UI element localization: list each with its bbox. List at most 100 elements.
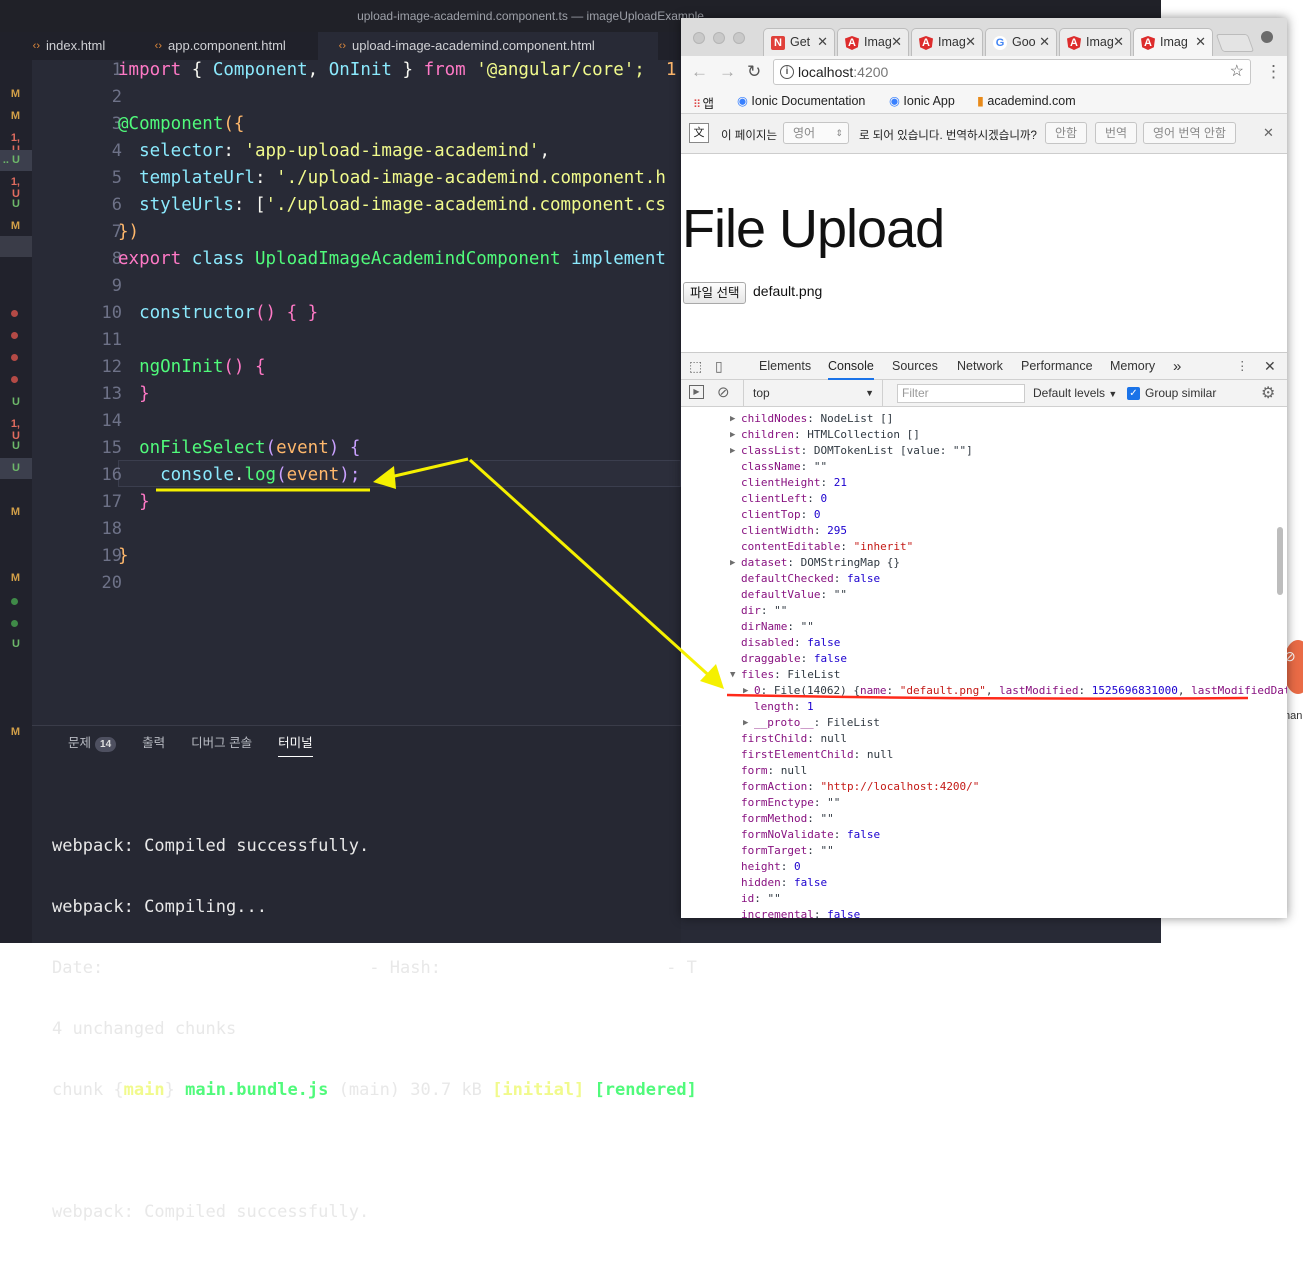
expand-triangle-icon[interactable]: ▶ — [730, 443, 735, 459]
expand-triangle-icon[interactable]: ▶ — [743, 683, 748, 699]
new-tab-button[interactable] — [1215, 34, 1255, 52]
reload-icon[interactable]: ↻ — [747, 62, 761, 82]
browser-tab[interactable]: A Imag ✕ — [837, 28, 909, 56]
console-filter-input[interactable]: Filter — [897, 384, 1025, 403]
console-property-row[interactable]: ▶ 0: File(14062) {name: "default.png", la… — [743, 683, 1287, 699]
console-property-row[interactable]: ▶ classList: DOMTokenList [value: ""] — [730, 443, 973, 459]
close-tab-icon[interactable]: ✕ — [965, 29, 976, 55]
sidebar-toggle-icon[interactable]: ▶ — [689, 385, 704, 399]
terminal-output[interactable]: webpack: Compiled successfully. webpack:… — [52, 796, 697, 1263]
translate-button[interactable]: 번역 — [1095, 122, 1138, 144]
line-number: 13 — [101, 384, 122, 404]
window-close-button[interactable] — [693, 32, 705, 44]
group-similar-checkbox[interactable]: ✓ — [1127, 387, 1140, 400]
expand-triangle-icon[interactable]: ▶ — [743, 715, 748, 731]
console-scrollbar[interactable] — [1277, 527, 1283, 595]
console-output[interactable]: ▶ childNodes: NodeList [] ▶ children: HTMLC… — [681, 407, 1287, 918]
tab-index-html[interactable]: ‹› index.html — [0, 32, 128, 60]
ionic-icon: ◉ — [737, 94, 748, 108]
git-status-mark: 1, U — [10, 418, 20, 442]
close-icon[interactable]: ✕ — [1264, 353, 1276, 380]
close-tab-icon[interactable]: ✕ — [1039, 29, 1050, 55]
browser-tab[interactable]: N Get ✕ — [763, 28, 835, 56]
console-property-row: clientLeft: 0 — [741, 492, 828, 505]
console-property-row[interactable]: ▼ files: FileList — [730, 667, 840, 683]
tab-problems[interactable]: 문제 14 — [68, 735, 117, 757]
expand-triangle-icon[interactable]: ▶ — [730, 411, 735, 427]
info-icon[interactable]: i — [780, 65, 794, 79]
expand-triangle-icon[interactable]: ▶ — [730, 427, 735, 443]
bookmark-ionic-docs[interactable]: ◉ Ionic Documentation — [737, 93, 865, 108]
angular-icon: A — [1141, 36, 1155, 50]
terminal-line: webpack: Compiled successfully. — [52, 836, 370, 856]
console-property-row[interactable]: ▶ childNodes: NodeList [] — [730, 411, 893, 427]
tab-app-component-html[interactable]: ‹› app.component.html — [128, 32, 318, 60]
line-number: 18 — [101, 519, 122, 539]
console-property-row: id: "" — [741, 892, 781, 905]
close-tab-icon[interactable]: ✕ — [817, 29, 828, 55]
bookmark-ionic-app[interactable]: ◉ Ionic App — [889, 93, 955, 108]
apps-bookmark[interactable]: ⠿ 앱 — [693, 93, 714, 112]
page-content: File Upload 파일 선택 default.png — [681, 154, 1287, 352]
window-minimize-button[interactable] — [713, 32, 725, 44]
close-tab-icon[interactable]: ✕ — [891, 29, 902, 55]
bookmarks-bar: ⠿ 앱 ◉ Ionic Documentation ◉ Ionic App ▮ … — [681, 88, 1287, 114]
inspect-element-icon[interactable]: ⬚ — [689, 353, 702, 380]
address-bar[interactable]: i localhost:4200 ☆ — [773, 59, 1251, 85]
browser-tab[interactable]: A Imag ✕ — [911, 28, 983, 56]
clear-console-icon[interactable]: ⊘ — [717, 383, 730, 401]
console-property-row[interactable]: ▶ children: HTMLCollection [] — [730, 427, 920, 443]
translate-dismiss-button[interactable]: 안함 — [1045, 122, 1088, 144]
devtools-menu-icon[interactable]: ⋮ — [1236, 353, 1249, 380]
menu-dots-icon[interactable]: ⋮ — [1265, 62, 1282, 82]
browser-window: N Get ✕ A Imag ✕ A Imag ✕ G Goo ✕ A Imag ✕ A Imag ✕ … — [681, 18, 1287, 918]
tab-terminal[interactable]: 터미널 — [278, 735, 313, 757]
tab-output[interactable]: 출력 — [142, 735, 165, 757]
line-number: 4 — [111, 141, 122, 161]
collapse-triangle-icon[interactable]: ▼ — [730, 667, 735, 683]
html-file-icon: ‹› — [154, 40, 162, 52]
tab-memory[interactable]: Memory — [1110, 353, 1155, 380]
never-translate-button[interactable]: 영어 번역 안함 — [1143, 122, 1236, 144]
close-tab-icon[interactable]: ✕ — [1113, 29, 1124, 55]
tab-performance[interactable]: Performance — [1021, 353, 1093, 380]
expand-triangle-icon[interactable]: ▶ — [730, 555, 735, 571]
devtools-panel: ⬚ ▯ Elements Console Sources Network Per… — [681, 352, 1287, 918]
file-select-button[interactable]: 파일 선택 — [683, 282, 747, 304]
forward-arrow-icon[interactable]: → — [719, 62, 736, 82]
more-tabs-icon[interactable]: » — [1173, 353, 1181, 380]
tab-upload-image-html[interactable]: ‹› upload-image-academind.component.html — [318, 32, 658, 60]
code-line-13: } — [118, 384, 150, 404]
tab-console[interactable]: Console — [828, 353, 874, 380]
console-property-row: clientWidth: 295 — [741, 524, 847, 537]
git-status-mark: 1, U — [10, 176, 20, 200]
console-property-row[interactable]: ▶ __proto__: FileList — [743, 715, 880, 731]
browser-tab[interactable]: G Goo ✕ — [985, 28, 1057, 56]
gear-icon[interactable]: ⚙ — [1261, 383, 1275, 403]
profile-icon[interactable] — [1259, 29, 1275, 45]
back-arrow-icon[interactable]: ← — [691, 62, 708, 82]
code-line-6: styleUrls: ['./upload-image-academind.co… — [118, 195, 666, 215]
close-icon[interactable]: ✕ — [1263, 125, 1274, 141]
browser-tab[interactable]: A Imag ✕ — [1059, 28, 1131, 56]
close-tab-icon[interactable]: ✕ — [1195, 29, 1206, 55]
window-zoom-button[interactable] — [733, 32, 745, 44]
browser-tab-active[interactable]: A Imag ✕ — [1133, 28, 1213, 56]
console-property-row: clientTop: 0 — [741, 508, 821, 521]
console-property-row[interactable]: ▶ dataset: DOMStringMap {} — [730, 555, 900, 571]
tab-elements[interactable]: Elements — [759, 353, 811, 380]
tab-network[interactable]: Network — [957, 353, 1003, 380]
code-area[interactable]: 1 2 3 4 5 6 7 8 9 10 11 12 13 14 15 16 1… — [32, 60, 681, 725]
bookmark-star-icon[interactable]: ☆ — [1230, 60, 1244, 84]
source-language-select[interactable]: 영어 ⇕ — [783, 122, 849, 144]
code-line-7: }) — [118, 222, 140, 242]
console-property-row: hidden: false — [741, 876, 828, 889]
log-levels-select[interactable]: Default levels ▼ — [1033, 386, 1117, 400]
context-select[interactable]: top ▼ — [743, 380, 883, 406]
tab-debug-console[interactable]: 디버그 콘솔 — [191, 735, 252, 757]
device-toolbar-icon[interactable]: ▯ — [715, 353, 723, 380]
bookmark-academind[interactable]: ▮ academind.com — [977, 93, 1076, 108]
file-status-gutter: M M 1, U .. U 1, U U M U 1, U U U M M U … — [0, 60, 32, 943]
line-number: 11 — [101, 330, 122, 350]
tab-sources[interactable]: Sources — [892, 353, 938, 380]
